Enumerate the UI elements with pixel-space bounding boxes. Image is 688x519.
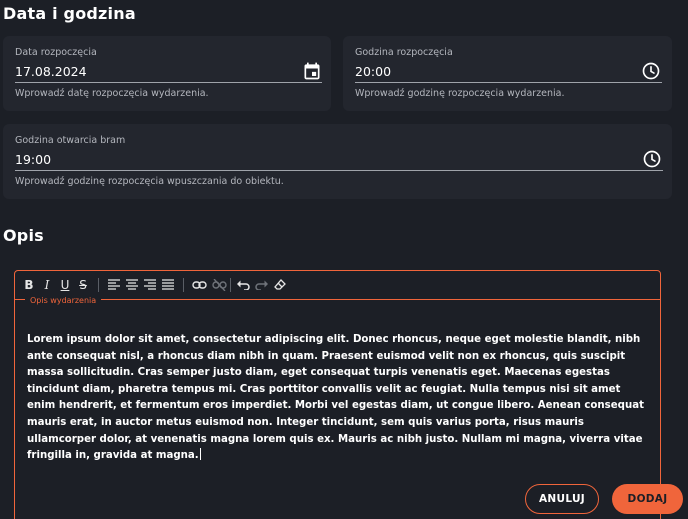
editor-content[interactable]: Lorem ipsum dolor sit amet, consectetur … [27,332,646,465]
start-date-input[interactable]: 17.08.2024 [15,64,87,79]
start-time-input[interactable]: 20:00 [355,64,391,79]
underline-icon[interactable]: U [57,277,73,293]
gates-open-input[interactable]: 19:00 [15,152,51,167]
start-date-hint: Wprowadź datę rozpoczęcia wydarzenia. [15,88,209,99]
redo-icon[interactable] [253,277,269,293]
datetime-section-title: Data i godzina [3,4,136,23]
start-time-underline [355,82,662,83]
start-time-hint: Wprowadź godzinę rozpoczęcia wydarzenia. [355,88,565,99]
toolbar-separator [230,278,231,292]
clock-icon[interactable] [642,149,662,169]
unlink-icon[interactable] [211,277,227,293]
gates-open-underline [15,170,663,171]
editor-toolbar: B I U S [15,271,660,300]
gates-open-label: Godzina otwarcia bram [15,135,126,146]
start-date-label: Data rozpoczęcia [15,47,97,58]
toolbar-separator [98,278,99,292]
start-date-field[interactable]: Data rozpoczęcia 17.08.2024 Wprowadź dat… [3,36,331,111]
description-section-title: Opis [3,226,44,245]
align-center-icon[interactable] [124,277,140,293]
align-justify-icon[interactable] [160,277,176,293]
strikethrough-icon[interactable]: S [75,277,91,293]
align-right-icon[interactable] [142,277,158,293]
gates-open-hint: Wprowadź godzinę rozpoczęcia wpuszczania… [15,176,284,187]
description-editor[interactable]: B I U S Opis wydarzenia Lorem ipsum dolo… [14,270,661,519]
clock-icon[interactable] [641,61,661,81]
text-caret [199,448,201,461]
align-left-icon[interactable] [106,277,122,293]
add-button[interactable]: DODAJ [612,484,683,514]
editor-text[interactable]: Lorem ipsum dolor sit amet, consectetur … [27,334,644,461]
editor-legend: Opis wydarzenia [25,296,102,305]
eraser-icon[interactable] [272,277,288,293]
link-icon[interactable] [191,277,207,293]
undo-icon[interactable] [235,277,251,293]
bold-icon[interactable]: B [21,277,37,293]
italic-icon[interactable]: I [39,277,55,293]
gates-open-field[interactable]: Godzina otwarcia bram 19:00 Wprowadź god… [3,124,672,199]
calendar-icon[interactable] [302,61,322,81]
cancel-button[interactable]: ANULUJ [525,484,599,514]
start-time-field[interactable]: Godzina rozpoczęcia 20:00 Wprowadź godzi… [343,36,672,111]
start-time-label: Godzina rozpoczęcia [355,47,453,58]
start-date-underline [15,82,322,83]
toolbar-separator [183,278,184,292]
